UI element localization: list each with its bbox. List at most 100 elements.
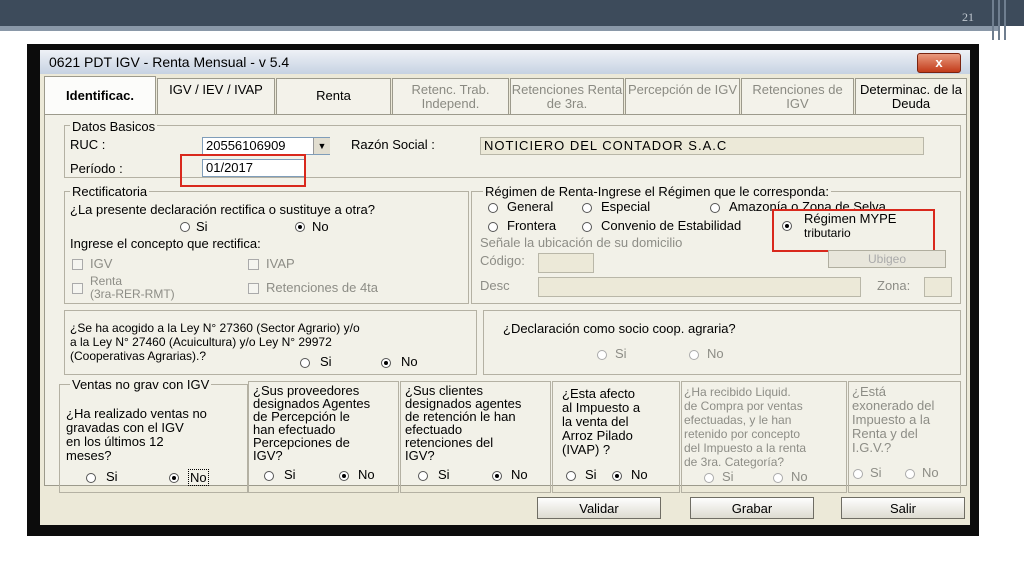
codigo-field	[538, 253, 594, 273]
ivap-checkbox[interactable]	[248, 259, 259, 270]
rectifica-question: ¿La presente declaración rectifica o sus…	[70, 202, 375, 217]
regimen-legend: Régimen de Renta-Ingrese el Régimen que …	[483, 184, 831, 199]
ruc-dropdown-icon[interactable]: ▼	[313, 138, 330, 154]
ventas-no-radio[interactable]	[169, 473, 179, 483]
title-bar: 0621 PDT IGV - Renta Mensual - v 5.4 x	[40, 50, 970, 74]
zona-label: Zona:	[877, 278, 911, 293]
slide-top-bar-stripe	[0, 26, 1000, 31]
desc-label: Desc	[480, 278, 510, 293]
grabar-button[interactable]: Grabar	[690, 497, 814, 519]
regimen-frontera-label: Frontera	[507, 218, 557, 233]
arroz-no-radio[interactable]	[612, 471, 622, 481]
group-socio	[483, 310, 961, 375]
proveedores-si-label: Si	[284, 467, 296, 482]
tab-percepcion-igv[interactable]: Percepción de IGV	[625, 78, 740, 114]
regimen-especial-label: Especial	[601, 199, 651, 214]
ventas-no-label: No	[188, 469, 209, 486]
tab-retenciones-renta[interactable]: Retenciones Renta de 3ra.	[510, 78, 624, 114]
tab-retenciones-igv[interactable]: Retenciones de IGV	[741, 78, 854, 114]
regimen-convenio-label: Convenio de Estabilidad	[601, 218, 742, 233]
clientes-si-label: Si	[438, 467, 450, 482]
close-button[interactable]: x	[917, 53, 961, 73]
igv-check-label: IGV	[90, 256, 113, 271]
exonerado-no-label: No	[922, 465, 939, 480]
ventas-si-label: Si	[106, 469, 118, 484]
ruc-label: RUC :	[70, 137, 106, 152]
regimen-frontera-radio[interactable]	[488, 222, 498, 232]
clientes-si-radio[interactable]	[418, 471, 428, 481]
renta-check-label: Renta (3ra-RER-RMT)	[90, 274, 175, 301]
liquidacion-no-radio[interactable]	[773, 473, 783, 483]
liquidacion-si-radio[interactable]	[704, 473, 714, 483]
rectifica-no-radio[interactable]	[295, 222, 305, 232]
exonerado-no-radio[interactable]	[905, 469, 915, 479]
ivap-check-label: IVAP	[266, 256, 295, 271]
socio-no-radio[interactable]	[689, 350, 699, 360]
salir-button[interactable]: Salir	[841, 497, 965, 519]
regimen-especial-radio[interactable]	[582, 203, 592, 213]
socio-no-label: No	[707, 346, 724, 361]
regimen-general-label: General	[507, 199, 554, 214]
ley-question: ¿Se ha acogido a la Ley N° 27360 (Sector…	[70, 321, 360, 363]
arroz-si-label: Si	[585, 467, 597, 482]
ventas-si-radio[interactable]	[86, 473, 96, 483]
regimen-amazonia-radio[interactable]	[710, 203, 720, 213]
arroz-no-label: No	[631, 467, 648, 482]
igv-checkbox[interactable]	[72, 259, 83, 270]
proveedores-question: ¿Sus proveedores designados Agentes de Per…	[253, 383, 371, 463]
ubigeo-button[interactable]: Ubigeo	[828, 250, 946, 268]
zona-field	[924, 277, 952, 297]
liquidacion-no-label: No	[791, 469, 808, 484]
liquidacion-si-label: Si	[722, 469, 734, 484]
liquidacion-question: ¿Ha recibido Liquid. de Compra por ventas…	[684, 385, 807, 469]
dialog-window: 0621 PDT IGV - Renta Mensual - v 5.4 x I…	[40, 50, 970, 525]
exonerado-question: ¿Está exonerado del Impuesto a la Renta y d…	[852, 384, 935, 455]
ventas-legend: Ventas no grav con IGV	[70, 377, 212, 392]
proveedores-no-radio[interactable]	[339, 471, 349, 481]
exonerado-si-label: Si	[870, 465, 882, 480]
socio-si-label: Si	[615, 346, 627, 361]
regimen-mype-highlight	[772, 209, 935, 252]
rectificatoria-legend: Rectificatoria	[70, 184, 150, 199]
slide-top-bar	[0, 0, 1024, 26]
periodo-label: Período :	[70, 161, 123, 176]
rectifica-si-label: Si	[196, 219, 208, 234]
ruc-select[interactable]: 20556106909	[202, 137, 330, 155]
ley-si-radio[interactable]	[300, 358, 310, 368]
arroz-question: ¿Esta afecto al Impuesto a la venta del Arr…	[562, 386, 641, 457]
periodo-highlight	[180, 154, 306, 187]
rectifica-si-radio[interactable]	[180, 222, 190, 232]
arroz-si-radio[interactable]	[566, 471, 576, 481]
validar-button[interactable]: Validar	[537, 497, 661, 519]
ley-si-label: Si	[320, 354, 332, 369]
tab-identificacion[interactable]: Identificac.	[44, 76, 156, 115]
clientes-question: ¿Sus clientes designados agentes de retenc…	[405, 383, 522, 463]
razon-social-label: Razón Social :	[351, 137, 435, 152]
clientes-no-radio[interactable]	[492, 471, 502, 481]
socio-si-radio[interactable]	[597, 350, 607, 360]
tab-panel: Datos Basicos RUC : 20556106909 ▼ Razón …	[44, 114, 967, 493]
ley-no-radio[interactable]	[381, 358, 391, 368]
tab-renta[interactable]: Renta	[276, 78, 391, 114]
exonerado-si-radio[interactable]	[853, 469, 863, 479]
razon-social-field: NOTICIERO DEL CONTADOR S.A.C	[480, 137, 924, 155]
renta-checkbox[interactable]	[72, 283, 83, 294]
concepto-label: Ingrese el concepto que rectifica:	[70, 236, 261, 251]
regimen-general-radio[interactable]	[488, 203, 498, 213]
ret4ta-checkbox[interactable]	[248, 283, 259, 294]
proveedores-si-radio[interactable]	[264, 471, 274, 481]
proveedores-no-label: No	[358, 467, 375, 482]
ubicacion-label: Señale la ubicación de su domicilio	[480, 235, 683, 250]
regimen-convenio-radio[interactable]	[582, 222, 592, 232]
tab-retenc-trab[interactable]: Retenc. Trab. Independ.	[392, 78, 509, 114]
window-title: 0621 PDT IGV - Renta Mensual - v 5.4	[49, 54, 290, 70]
clientes-no-label: No	[511, 467, 528, 482]
slide-number: 21	[962, 10, 974, 24]
ley-no-label: No	[401, 354, 418, 369]
datos-basicos-legend: Datos Basicos	[70, 119, 158, 134]
tab-igv-iev-ivap[interactable]: IGV / IEV / IVAP	[157, 78, 275, 114]
rectifica-no-label: No	[312, 219, 329, 234]
socio-question: ¿Declaración como socio coop. agraria?	[503, 321, 736, 336]
ret4ta-check-label: Retenciones de 4ta	[266, 280, 379, 295]
tab-determinac-deuda[interactable]: Determinac. de la Deuda	[855, 78, 967, 114]
